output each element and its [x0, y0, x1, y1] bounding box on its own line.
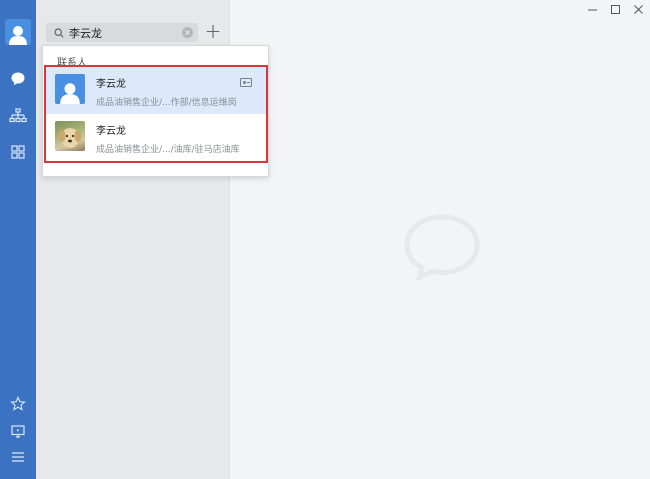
contact-result-item[interactable]: 李云龙 成品油销售企业/.../油库/驻马店油库 — [46, 114, 266, 161]
avatar — [55, 74, 85, 104]
chat-icon[interactable] — [0, 68, 36, 90]
close-icon[interactable] — [627, 0, 650, 18]
contact-name: 李云龙 — [96, 79, 126, 90]
maximize-icon[interactable] — [604, 0, 627, 18]
add-button[interactable]: + — [204, 21, 222, 43]
clear-search-icon[interactable]: × — [182, 27, 193, 38]
minimize-icon[interactable] — [581, 0, 604, 18]
avatar[interactable] — [5, 19, 31, 45]
empty-chat-placeholder-icon — [404, 214, 480, 283]
person-icon — [60, 83, 80, 104]
avatar — [55, 121, 85, 151]
person-icon — [9, 26, 27, 45]
search-results-dropdown: 联系人 李云龙 成品油销售企业/...作部/信息运维岗 李云龙 成品油销售企业/… — [42, 45, 269, 177]
menu-icon[interactable] — [0, 446, 36, 468]
apps-icon[interactable] — [0, 141, 36, 163]
contact-department: 成品油销售企业/...作部/信息运维岗 — [96, 98, 237, 108]
contact-card-icon[interactable] — [240, 78, 252, 87]
search-icon — [53, 27, 65, 39]
dog-photo-icon — [58, 128, 82, 148]
contact-result-item[interactable]: 李云龙 成品油销售企业/...作部/信息运维岗 — [46, 67, 266, 114]
monitor-icon[interactable] — [0, 420, 36, 442]
nav-rail — [0, 0, 36, 479]
star-icon[interactable] — [0, 393, 36, 415]
contact-name: 李云龙 — [96, 126, 126, 137]
search-box[interactable]: × — [46, 23, 198, 42]
contact-department: 成品油销售企业/.../油库/驻马店油库 — [96, 145, 240, 155]
results-highlight: 李云龙 成品油销售企业/...作部/信息运维岗 李云龙 成品油销售企业/.../… — [44, 65, 268, 163]
org-chart-icon[interactable] — [0, 105, 36, 127]
window-controls — [581, 0, 650, 18]
search-input[interactable] — [69, 24, 174, 41]
